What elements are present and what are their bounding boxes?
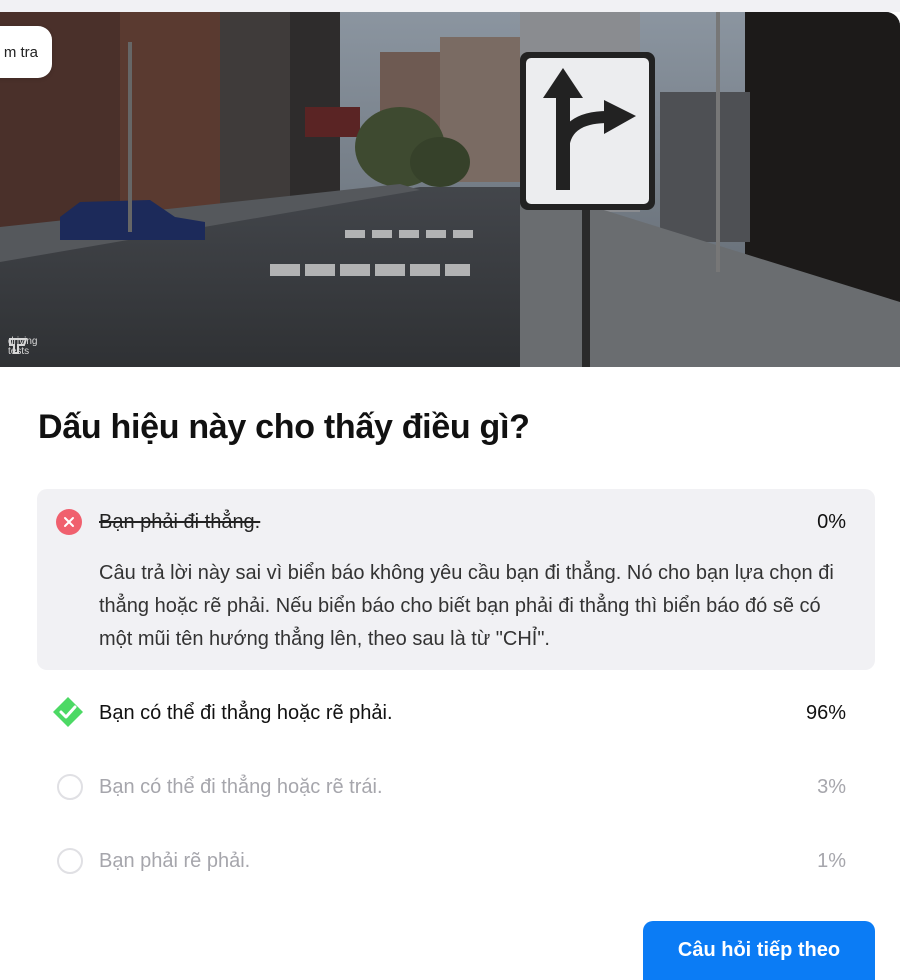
driving-tests-watermark: driving tests: [8, 337, 48, 357]
answer-option-4[interactable]: Bạn phải rẽ phải. 1%: [37, 841, 875, 881]
driving-tests-logo-icon: [9, 338, 28, 354]
question-image: m tra driving tests: [0, 12, 900, 367]
answer-option-3[interactable]: Bạn có thể đi thẳng hoặc rẽ trái. 3%: [37, 767, 875, 807]
option-label: Bạn có thể đi thẳng hoặc rẽ phải.: [99, 701, 393, 724]
answer-explanation: Câu trả lời này sai vì biển báo không yê…: [99, 562, 834, 650]
answer-option-2[interactable]: Bạn có thể đi thẳng hoặc rẽ phải. 96%: [37, 693, 875, 733]
option-label: Bạn phải đi thẳng.: [99, 510, 261, 533]
question-title: Dấu hiệu này cho thấy điều gì?: [38, 408, 530, 446]
exam-tab[interactable]: m tra: [0, 26, 52, 78]
option-percent: 0%: [817, 510, 846, 533]
top-strip: [0, 0, 900, 12]
option-percent: 1%: [817, 849, 846, 872]
option-percent: 96%: [805, 701, 846, 724]
answer-option-1[interactable]: Bạn phải đi thẳng. 0% Câu trả lời này sa…: [37, 489, 875, 670]
exam-tab-label: m tra: [3, 43, 38, 61]
option-label: Bạn có thể đi thẳng hoặc rẽ trái.: [99, 775, 383, 798]
next-question-button[interactable]: Câu hỏi tiếp theo: [643, 921, 875, 980]
option-percent: 3%: [817, 775, 846, 798]
option-label: Bạn phải rẽ phải.: [99, 849, 251, 872]
